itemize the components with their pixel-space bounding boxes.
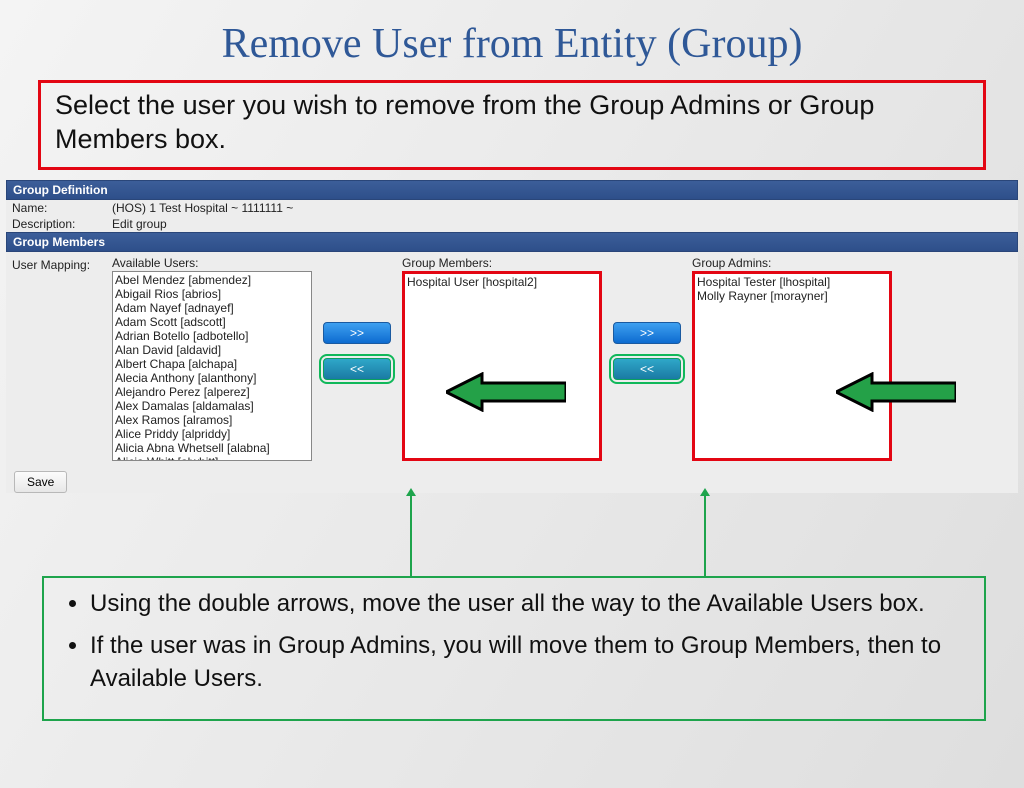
available-users-label: Available Users: — [112, 256, 312, 270]
shuttle-controls-right: >> << — [602, 256, 692, 446]
move-right-button-2[interactable]: >> — [613, 322, 681, 344]
list-item[interactable]: Alejandro Perez [alperez] — [115, 385, 309, 399]
list-item[interactable]: Hospital Tester [lhospital] — [697, 275, 887, 289]
instruction-text-top: Select the user you wish to remove from … — [55, 89, 969, 157]
group-members-column: Group Members: Hospital User [hospital2] — [402, 256, 602, 461]
list-item[interactable]: Adam Nayef [adnayef] — [115, 301, 309, 315]
list-item[interactable]: Molly Rayner [morayner] — [697, 289, 887, 303]
user-mapping-area: User Mapping: Available Users: Abel Mend… — [6, 252, 1018, 467]
list-item[interactable]: Alicia Abna Whetsell [alabna] — [115, 441, 309, 455]
instruction-bullet-2: If the user was in Group Admins, you wil… — [90, 630, 966, 695]
group-admins-listbox[interactable]: Hospital Tester [lhospital]Molly Rayner … — [692, 271, 892, 461]
instruction-bullet-1: Using the double arrows, move the user a… — [90, 588, 966, 620]
description-value: Edit group — [112, 217, 167, 231]
user-mapping-label: User Mapping: — [12, 256, 112, 272]
section-header-definition: Group Definition — [6, 180, 1018, 200]
name-label: Name: — [12, 201, 112, 215]
list-item[interactable]: Abigail Rios [abrios] — [115, 287, 309, 301]
group-admins-column: Group Admins: Hospital Tester [lhospital… — [692, 256, 892, 461]
list-item[interactable]: Alice Priddy [alpriddy] — [115, 427, 309, 441]
list-item[interactable]: Alex Damalas [aldamalas] — [115, 399, 309, 413]
group-members-listbox[interactable]: Hospital User [hospital2] — [402, 271, 602, 461]
list-item[interactable]: Adrian Botello [adbotello] — [115, 329, 309, 343]
group-members-label: Group Members: — [402, 256, 602, 270]
list-item[interactable]: Albert Chapa [alchapa] — [115, 357, 309, 371]
connector-arrow-1 — [410, 496, 412, 576]
save-button[interactable]: Save — [14, 471, 67, 493]
list-item[interactable]: Hospital User [hospital2] — [407, 275, 597, 289]
instruction-callout-top: Select the user you wish to remove from … — [38, 80, 986, 170]
shuttle-controls-left: >> << — [312, 256, 402, 446]
list-item[interactable]: Alan David [aldavid] — [115, 343, 309, 357]
section-header-members: Group Members — [6, 232, 1018, 252]
available-users-column: Available Users: Abel Mendez [abmendez]A… — [112, 256, 312, 461]
list-item[interactable]: Abel Mendez [abmendez] — [115, 273, 309, 287]
list-item[interactable]: Alex Ramos [alramos] — [115, 413, 309, 427]
name-value: (HOS) 1 Test Hospital ~ 1111111 ~ — [112, 201, 293, 215]
list-item[interactable]: Alecia Anthony [alanthony] — [115, 371, 309, 385]
page-title: Remove User from Entity (Group) — [0, 20, 1024, 68]
list-item[interactable]: Adam Scott [adscott] — [115, 315, 309, 329]
move-right-button-1[interactable]: >> — [323, 322, 391, 344]
available-users-listbox[interactable]: Abel Mendez [abmendez]Abigail Rios [abri… — [112, 271, 312, 461]
move-left-button-1[interactable]: << — [323, 358, 391, 380]
connector-arrow-2 — [704, 496, 706, 576]
instruction-callout-bottom: Using the double arrows, move the user a… — [42, 576, 986, 721]
list-item[interactable]: Alicia Whitt [alwhitt] — [115, 455, 309, 461]
move-left-button-2[interactable]: << — [613, 358, 681, 380]
app-panel: Group Definition Name: (HOS) 1 Test Hosp… — [6, 180, 1018, 493]
description-label: Description: — [12, 217, 112, 231]
group-admins-label: Group Admins: — [692, 256, 892, 270]
